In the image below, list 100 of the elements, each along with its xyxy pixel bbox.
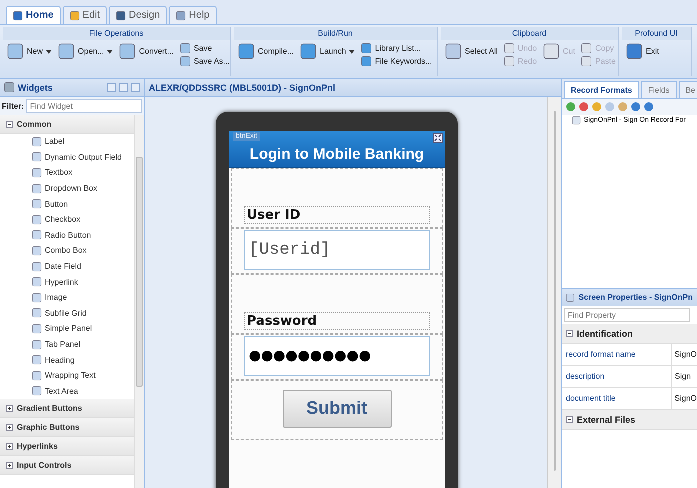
collapse-icon[interactable] [566,416,573,423]
toolbar-icon [58,43,76,60]
ribbon-group-title: Build/Run [234,27,437,40]
toolbar-icon [300,43,318,60]
widget-icon [32,355,42,366]
widget-item[interactable]: Subfile Grid [0,306,134,322]
resize-icon[interactable] [433,133,443,143]
toolbar-icon [7,43,24,60]
screen-heading: Login to Mobile Banking [250,146,424,163]
widget-item[interactable]: Dynamic Output Field [0,150,134,166]
category-header[interactable]: Input Controls [0,456,134,476]
widget-item[interactable]: Checkbox [0,212,134,228]
widget-icon [32,292,42,303]
toolbar-icon [581,43,592,54]
category-header[interactable]: Graphic Buttons [0,418,134,438]
category-header[interactable]: Gradient Buttons [0,399,134,418]
ribbon-group-title: Clipboard [441,27,618,40]
panel-title: Widgets [18,82,54,92]
toolbar-icon [119,43,136,60]
property-value[interactable]: SignO [672,344,697,365]
ribbon-tab[interactable]: Home [6,6,61,24]
widget-icon [32,230,42,240]
expand-icon[interactable] [6,462,13,469]
scrollbar[interactable] [134,115,144,488]
widget-item[interactable]: Text Area [0,384,134,400]
tab-icon [176,10,186,20]
ribbon-tab[interactable]: Help [169,6,217,24]
ribbon-button[interactable]: File Keywords... [361,56,432,67]
ribbon-button[interactable]: Convert... [119,43,174,60]
property-value[interactable]: Sign [672,366,692,387]
collapse-icon[interactable] [6,120,13,128]
toolbar-icon [238,43,255,60]
scrollbar[interactable] [547,97,561,488]
field-label: User ID [244,206,430,224]
property-name: description [562,366,672,387]
expand-icon[interactable] [6,442,13,450]
widget-item[interactable]: Heading [0,352,134,368]
ribbon-button[interactable]: Exit [626,43,660,60]
property-name: record format name [562,344,672,365]
panel-tab[interactable]: Record Formats [564,81,640,98]
filter-field[interactable]: Find Widget [26,99,142,113]
ribbon-button[interactable]: Save [180,43,230,54]
toolbar-icon [626,43,643,60]
filter-label: Filter: [2,102,24,110]
ribbon-button[interactable]: Compile... [238,43,294,60]
panel-tab[interactable]: Fields [641,81,677,98]
password-field[interactable]: ●●●●●●●●●● [244,336,430,376]
widget-icon [32,386,42,396]
collapse-panel-icon[interactable] [107,83,116,92]
toolbar-icon [504,56,515,67]
ribbon-button[interactable]: Open... [58,43,114,60]
widget-item[interactable]: Tab Panel [0,336,134,352]
section-header[interactable]: External Files [562,410,697,430]
category-header[interactable]: Common [0,115,134,134]
widget-item[interactable]: Simple Panel [0,321,134,337]
category-header[interactable]: Hyperlinks [0,437,134,456]
widget-item[interactable]: Hyperlink [0,274,134,290]
ribbon-button[interactable]: Save As... [180,56,230,67]
section-header[interactable]: Identification [562,324,697,344]
panel-tab[interactable]: Be [678,81,697,98]
expand-icon[interactable] [6,424,13,431]
ribbon-button[interactable]: New [7,43,52,60]
tab-icon [70,10,80,20]
widget-item[interactable]: Dropdown Box [0,180,134,196]
toolbar-icon [504,43,515,54]
widget-item[interactable]: Date Field [0,258,134,274]
ribbon-button[interactable]: Library List... [361,43,432,54]
widget-item[interactable]: Radio Button [0,228,134,244]
expand-icon[interactable] [6,404,13,412]
properties-title: Screen Properties - SignOnPn [578,293,693,302]
widget-icon [32,370,42,381]
widget-icon [32,246,42,256]
widget-icon [32,184,42,194]
ribbon-button[interactable]: Launch [300,43,356,60]
expand-all-icon[interactable] [119,83,128,92]
widget-icon [32,152,42,162]
widget-item[interactable]: Button [0,196,134,212]
toolbar-icon [180,43,191,54]
userid-field[interactable]: [Userid] [244,230,430,270]
collapse-icon[interactable] [566,330,573,337]
widget-item[interactable]: Image [0,290,134,306]
property-search-field[interactable]: Find Property [564,308,690,322]
widget-item[interactable]: Label [0,134,134,150]
tab-icon [13,10,23,20]
ribbon-button[interactable]: Select All [445,43,498,60]
ribbon-tab[interactable]: Design [109,6,168,24]
widget-icon [32,262,42,272]
ribbon-group-title: Profound UI [622,27,691,40]
widget-item[interactable]: Textbox [0,165,134,181]
toolbar-icon [445,43,462,60]
ribbon-tab[interactable]: Edit [62,6,108,24]
tab-icon [116,10,126,20]
submit-button[interactable]: Submit [282,390,392,428]
collapse-all-icon[interactable] [131,83,140,92]
widget-icon [32,168,42,178]
widget-item[interactable]: Wrapping Text [0,368,134,384]
widget-item[interactable]: Combo Box [0,243,134,259]
widget-icon [32,340,42,350]
widget-icon [32,136,42,147]
property-value[interactable]: SignO [672,388,697,409]
